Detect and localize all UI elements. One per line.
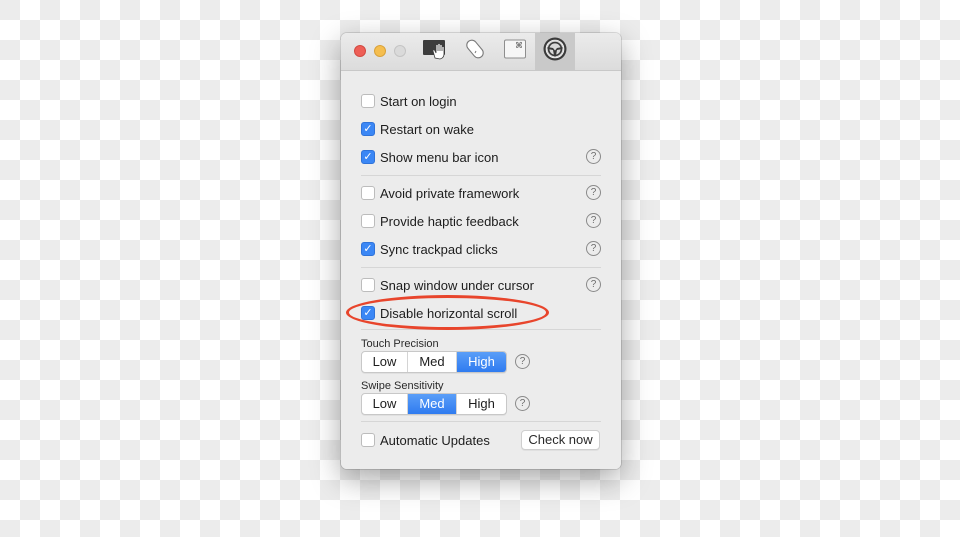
mouse-icon [464,38,486,65]
tab-mouse[interactable] [455,33,495,70]
option-label: Restart on wake [380,121,474,137]
checkbox[interactable] [361,433,375,447]
touch-precision-high[interactable]: High [457,352,506,372]
option-label: Automatic Updates [380,432,490,448]
tab-gestures[interactable] [415,33,455,70]
check-now-button[interactable]: Check now [521,430,600,450]
option-label: Sync trackpad clicks [380,241,498,257]
preferences-window: ⌘ Start on login ✓ Restart on wake ✓ Sho… [341,33,621,469]
divider [361,175,601,176]
zoom-window-button[interactable] [394,45,406,57]
checkbox[interactable] [361,278,375,292]
checkmark-icon: ✓ [363,150,373,163]
swipe-sensitivity-segmented-control: Low Med High [361,393,507,415]
option-start-on-login[interactable]: Start on login [361,91,601,111]
checkbox[interactable] [361,214,375,228]
svg-text:⌘: ⌘ [515,41,523,50]
help-icon[interactable]: ? [586,149,601,164]
help-icon[interactable]: ? [586,213,601,228]
swipe-sensitivity-label: Swipe Sensitivity [361,380,444,392]
tab-general[interactable] [535,33,575,70]
steering-wheel-icon [542,36,568,67]
tab-keyboard[interactable]: ⌘ [495,33,535,70]
minimize-window-button[interactable] [374,45,386,57]
trackpad-hand-icon [422,38,448,65]
touch-precision-label: Touch Precision [361,338,439,350]
checkmark-icon: ✓ [363,242,373,255]
touch-precision-med[interactable]: Med [408,352,457,372]
option-label: Provide haptic feedback [380,213,519,229]
swipe-sensitivity-low[interactable]: Low [362,394,408,414]
divider [361,329,601,330]
checkbox[interactable] [361,186,375,200]
option-label: Snap window under cursor [380,277,534,293]
option-avoid-private-framework[interactable]: Avoid private framework ? [361,183,601,203]
checkbox-checked[interactable]: ✓ [361,150,375,164]
help-icon[interactable]: ? [586,241,601,256]
divider [361,267,601,268]
titlebar-toolbar: ⌘ [341,33,621,71]
option-sync-trackpad-clicks[interactable]: ✓ Sync trackpad clicks ? [361,239,601,259]
option-restart-on-wake[interactable]: ✓ Restart on wake [361,119,601,139]
touch-precision-segmented-control: Low Med High [361,351,507,373]
help-icon[interactable]: ? [515,396,530,411]
checkbox[interactable] [361,94,375,108]
close-window-button[interactable] [354,45,366,57]
option-snap-window-under-cursor[interactable]: Snap window under cursor ? [361,275,601,295]
help-icon[interactable]: ? [515,354,530,369]
swipe-sensitivity-high[interactable]: High [457,394,506,414]
highlight-annotation-ellipse [346,295,549,330]
divider [361,421,601,422]
option-label: Show menu bar icon [380,149,499,165]
keyboard-command-icon: ⌘ [503,38,527,65]
option-label: Avoid private framework [380,185,520,201]
option-show-menu-bar-icon[interactable]: ✓ Show menu bar icon ? [361,147,601,167]
help-icon[interactable]: ? [586,277,601,292]
swipe-sensitivity-med[interactable]: Med [408,394,457,414]
checkbox-checked[interactable]: ✓ [361,242,375,256]
option-provide-haptic-feedback[interactable]: Provide haptic feedback ? [361,211,601,231]
option-label: Start on login [380,93,457,109]
checkbox-checked[interactable]: ✓ [361,122,375,136]
option-automatic-updates[interactable]: Automatic Updates [361,430,511,450]
touch-precision-low[interactable]: Low [362,352,408,372]
help-icon[interactable]: ? [586,185,601,200]
checkmark-icon: ✓ [363,122,373,135]
